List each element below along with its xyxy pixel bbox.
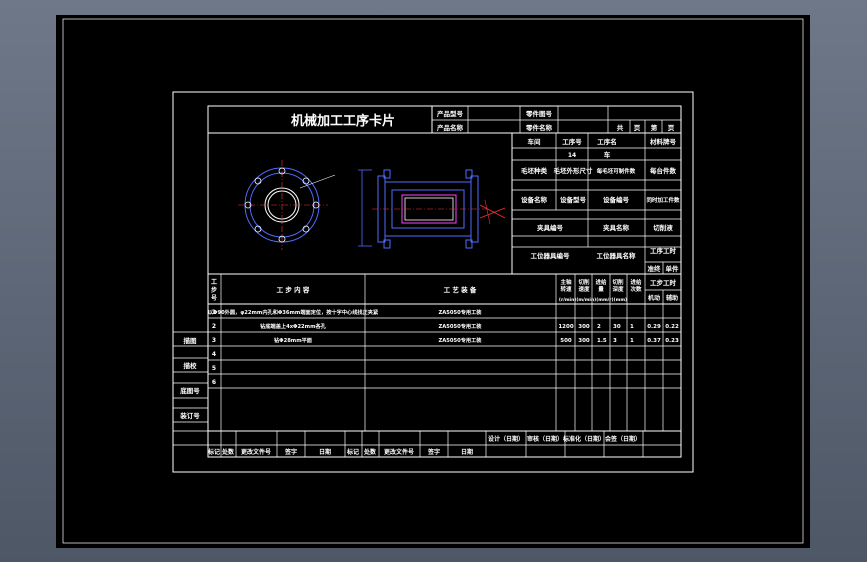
step-cell-aux: 0.23 — [665, 338, 679, 344]
step-cell-equip: ZA5050专用工装 — [439, 308, 483, 316]
part-name-label: 零件名称 — [525, 123, 553, 132]
machine-time-header: 机动 — [648, 294, 660, 302]
step-cell-speed: 300 — [578, 324, 590, 330]
revision-count-2: 处数 — [363, 448, 377, 456]
equip-model-label: 设备型号 — [560, 195, 587, 204]
revision-mark-2: 标记 — [346, 448, 359, 456]
process-name-label: 工序名 — [597, 137, 617, 146]
tool-no-label: 工位器具编号 — [531, 251, 571, 260]
process-no-label: 工序号 — [562, 137, 582, 146]
revision-doc-no: 更改文件号 — [241, 448, 271, 456]
step-cell-no: 3 — [212, 337, 216, 344]
sheet-page-label: 页 — [668, 124, 675, 132]
units-header: (r/min)(m/min)(mm/r)(mm) — [559, 297, 627, 303]
per-unit-label: 每台件数 — [650, 166, 677, 175]
process-name-value: 车 — [604, 150, 611, 159]
step-cell-no: 4 — [212, 351, 216, 358]
step-cell-passes: 1 — [630, 338, 634, 344]
depth-header: 切削深度 — [612, 278, 624, 293]
coolant-label: 切削液 — [653, 223, 673, 232]
equipment-header: 工 艺 装 备 — [444, 285, 477, 294]
page-label: 页 — [634, 124, 641, 132]
step-hours-header: 工步工时 — [650, 278, 677, 287]
product-model-label: 产品型号 — [437, 109, 464, 118]
product-name-label: 产品名称 — [437, 123, 464, 132]
fixture-name-label: 夹具名称 — [603, 223, 630, 232]
draw-label: 描图 — [184, 336, 198, 345]
simultaneous-label: 同时加工件数 — [646, 196, 680, 204]
step-cell-spindle: 500 — [560, 338, 572, 344]
step-cell-equip: ZA5050专用工装 — [439, 322, 483, 330]
step-no-header: 工步号 — [211, 279, 217, 302]
prep-label: 准终 — [648, 264, 662, 273]
trace-label: 描校 — [184, 361, 198, 370]
total-label: 共 — [617, 123, 624, 132]
revision-signature: 签字 — [284, 448, 297, 456]
step-cell-feed: 1.5 — [597, 338, 607, 344]
countersign-signoff: 会签（日期） — [605, 435, 641, 443]
step-cell-content: 以Φ90外圆，φ22mm内孔和Φ36mm端面定位，按十字中心线找正夹紧 — [208, 308, 379, 316]
aux-time-header: 辅助 — [666, 294, 678, 302]
step-cell-mach: 0.37 — [647, 338, 661, 344]
revision-count: 处数 — [221, 448, 235, 456]
blank-type-label: 毛坯种类 — [521, 166, 548, 175]
unit-label: 单件 — [666, 264, 680, 273]
passes-header: 进给次数 — [630, 278, 642, 293]
process-hours-label: 工序工时 — [650, 246, 677, 255]
cad-viewport[interactable]: 机械加工工序卡片 产品型号 零件图号 产品名称 零件名称 共 页 第 页 车间 … — [0, 0, 867, 562]
tool-name-label: 工位器具名称 — [597, 251, 637, 260]
blank-size-label: 毛坯外形尺寸 — [554, 166, 594, 175]
standard-signoff: 标准化（日期） — [562, 435, 605, 443]
step-cell-equip: ZA5050专用工装 — [439, 336, 483, 344]
step-cell-spindle: 1200 — [558, 324, 573, 330]
spindle-header: 主轴转速 — [560, 278, 572, 293]
step-cell-depth: 30 — [613, 324, 621, 330]
fixture-no-label: 夹具编号 — [537, 223, 564, 232]
step-cell-mach: 0.29 — [647, 324, 661, 330]
sheet-label: 第 — [651, 123, 658, 132]
step-cell-depth: 3 — [613, 338, 617, 344]
paper-sheet — [56, 15, 810, 548]
blank-pieces-label: 每毛坯可制件数 — [597, 167, 636, 175]
base-no-label: 底图号 — [180, 386, 200, 395]
material-label: 材料牌号 — [649, 137, 677, 146]
step-cell-aux: 0.22 — [665, 324, 679, 330]
equip-no-label: 设备编号 — [603, 195, 630, 204]
design-signoff: 设计（日期） — [488, 435, 524, 443]
step-cell-content: 钻Φ28mm平面 — [274, 336, 312, 344]
step-cell-passes: 1 — [630, 324, 634, 330]
revision-mark: 标记 — [207, 448, 220, 456]
step-cell-no: 2 — [212, 323, 216, 330]
workshop-label: 车间 — [528, 137, 542, 146]
binding-no-label: 装订号 — [179, 411, 200, 420]
step-cell-no: 6 — [212, 379, 216, 386]
revision-doc-no-2: 更改文件号 — [384, 448, 414, 456]
revision-date: 日期 — [319, 448, 331, 456]
content-header: 工 步 内 容 — [277, 285, 310, 294]
step-cell-content: 钻底端盖上4xΦ22mm各孔 — [260, 322, 327, 330]
step-cell-no: 5 — [212, 365, 216, 372]
equip-name-label: 设备名称 — [521, 195, 548, 204]
revision-date-2: 日期 — [461, 448, 473, 456]
process-no-value: 14 — [568, 152, 576, 159]
part-drawing-no-label: 零件图号 — [525, 109, 553, 118]
revision-signature-2: 签字 — [427, 448, 440, 456]
step-cell-feed: 2 — [597, 324, 601, 330]
review-signoff: 审核（日期） — [527, 435, 563, 443]
step-cell-speed: 300 — [578, 338, 590, 344]
speed-header: 切削速度 — [578, 278, 590, 293]
drawing-canvas[interactable]: 机械加工工序卡片 产品型号 零件图号 产品名称 零件名称 共 页 第 页 车间 … — [0, 0, 867, 562]
card-title: 机械加工工序卡片 — [291, 113, 395, 129]
